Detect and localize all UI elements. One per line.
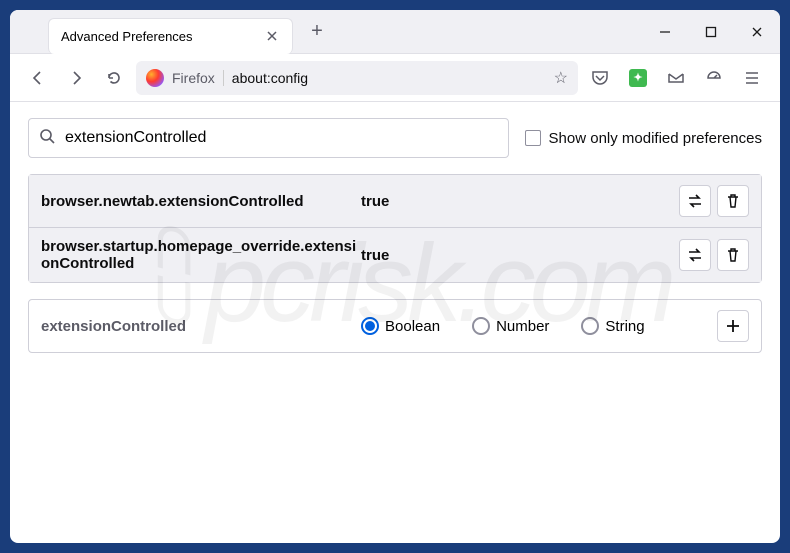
delete-button[interactable] [717,239,749,271]
radio-icon [472,317,490,335]
radio-number[interactable]: Number [472,317,549,335]
firefox-icon [146,69,164,87]
radio-icon [581,317,599,335]
add-button[interactable] [717,310,749,342]
table-row[interactable]: browser.startup.homepage_override.extens… [29,228,761,282]
search-box[interactable] [28,118,509,158]
search-icon [39,128,55,149]
content-area: Show only modified preferences browser.n… [10,102,780,543]
back-button[interactable] [22,62,54,94]
close-tab-icon[interactable] [264,28,280,44]
inbox-icon[interactable] [660,62,692,94]
toggle-button[interactable] [679,185,711,217]
pref-name: browser.newtab.extensionControlled [41,193,361,210]
reload-button[interactable] [98,62,130,94]
search-input[interactable] [65,129,498,147]
minimize-button[interactable] [642,10,688,54]
type-radio-group: Boolean Number String [361,317,717,335]
preferences-table: browser.newtab.extensionControlled true … [28,174,762,283]
titlebar: Advanced Preferences + [10,10,780,54]
delete-button[interactable] [717,185,749,217]
browser-tab[interactable]: Advanced Preferences [48,18,293,54]
radio-boolean[interactable]: Boolean [361,317,440,335]
maximize-button[interactable] [688,10,734,54]
forward-button[interactable] [60,62,92,94]
pref-value: true [361,193,679,210]
show-modified-checkbox[interactable]: Show only modified preferences [525,130,762,147]
toggle-button[interactable] [679,239,711,271]
tab-title: Advanced Preferences [61,29,256,44]
menu-icon[interactable] [736,62,768,94]
new-tab-button[interactable]: + [301,16,333,48]
url-bar[interactable]: Firefox about:config ☆ [136,61,578,95]
table-row[interactable]: browser.newtab.extensionControlled true [29,175,761,228]
radio-label: Number [496,318,549,335]
pocket-icon[interactable] [584,62,616,94]
checkbox-label: Show only modified preferences [549,130,762,147]
extension-icon[interactable]: ✦ [622,62,654,94]
close-window-button[interactable] [734,10,780,54]
radio-label: String [605,318,644,335]
window-controls [642,10,780,54]
navigation-toolbar: Firefox about:config ☆ ✦ [10,54,780,102]
firefox-label: Firefox [172,70,224,86]
radio-icon [361,317,379,335]
radio-label: Boolean [385,318,440,335]
new-pref-row: extensionControlled Boolean Number Strin… [28,299,762,353]
new-pref-name: extensionControlled [41,318,361,335]
checkbox-icon [525,130,541,146]
pref-value: true [361,247,679,264]
bookmark-star-icon[interactable]: ☆ [554,68,568,88]
radio-string[interactable]: String [581,317,644,335]
dashboard-icon[interactable] [698,62,730,94]
url-text: about:config [232,70,546,86]
pref-name: browser.startup.homepage_override.extens… [41,238,361,272]
